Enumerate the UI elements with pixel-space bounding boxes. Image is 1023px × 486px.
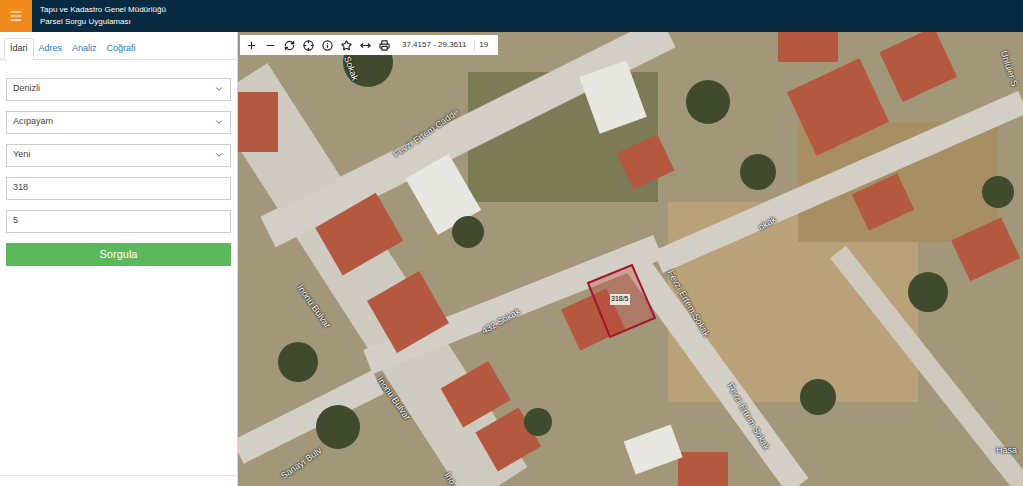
- panel-footer-line: [0, 475, 237, 486]
- header-subtitle: Parsel Sorgu Uygulaması: [40, 16, 166, 28]
- tab[interactable]: Coğrafi: [102, 39, 141, 59]
- tab[interactable]: Adres: [34, 39, 68, 59]
- query-form: Denizli Acıpayam Yeni 318 5 Sorgula: [0, 60, 237, 266]
- satellite-imagery[interactable]: [238, 32, 1023, 486]
- map-toolbar: 37.4157 - 29.3611 19: [240, 35, 498, 55]
- locate-icon[interactable]: [303, 40, 314, 51]
- field-value: 5: [13, 214, 18, 228]
- menu-button[interactable]: [0, 0, 32, 32]
- field-value: Yeni: [13, 148, 30, 162]
- info-icon[interactable]: [322, 40, 333, 51]
- side-panel: İdariAdresAnalizCoğrafi Denizli Acıpayam Ye…: [0, 32, 238, 486]
- zoom-out-icon[interactable]: [265, 40, 276, 51]
- select-field[interactable]: Denizli: [6, 78, 231, 101]
- field-value: Acıpayam: [13, 115, 53, 129]
- field-value: 318: [13, 181, 28, 195]
- select-field[interactable]: Acıpayam: [6, 111, 231, 134]
- measure-icon[interactable]: [360, 40, 371, 51]
- zoom-in-icon[interactable]: [246, 40, 257, 51]
- street-label: Hasa: [996, 444, 1017, 458]
- text-field[interactable]: 5: [6, 210, 231, 233]
- tab[interactable]: Analiz: [67, 39, 102, 59]
- header-bar: Tapu ve Kadastro Genel MüdürlüğüParsel S…: [0, 0, 1023, 32]
- map-view[interactable]: SokakFevzi Ertem Cadde432 SokakFevzi Ert…: [238, 32, 1023, 486]
- coordinates: 37.4157 - 29.3611: [398, 39, 466, 51]
- submit-button[interactable]: Sorgula: [6, 243, 231, 266]
- tab-bar: İdariAdresAnalizCoğrafi: [0, 32, 237, 60]
- chevron-down-icon: [214, 150, 224, 160]
- zoom-level: 19: [474, 39, 492, 51]
- main: İdariAdresAnalizCoğrafi Denizli Acıpayam Ye…: [0, 32, 1023, 486]
- select-field[interactable]: Yeni: [6, 144, 231, 167]
- header-titles: Tapu ve Kadastro Genel MüdürlüğüParsel S…: [32, 4, 166, 28]
- text-field[interactable]: 318: [6, 177, 231, 200]
- parcel-label[interactable]: 318/5: [610, 294, 630, 305]
- field-value: Denizli: [13, 82, 40, 96]
- menu-icon[interactable]: [9, 9, 23, 23]
- app: Tapu ve Kadastro Genel MüdürlüğüParsel S…: [0, 0, 1023, 486]
- chevron-down-icon: [214, 117, 224, 127]
- header-title: Tapu ve Kadastro Genel Müdürlüğü: [40, 4, 166, 16]
- print-icon[interactable]: [379, 40, 390, 51]
- star-icon[interactable]: [341, 40, 352, 51]
- refresh-icon[interactable]: [284, 40, 295, 51]
- tab[interactable]: İdari: [4, 38, 34, 60]
- chevron-down-icon: [214, 84, 224, 94]
